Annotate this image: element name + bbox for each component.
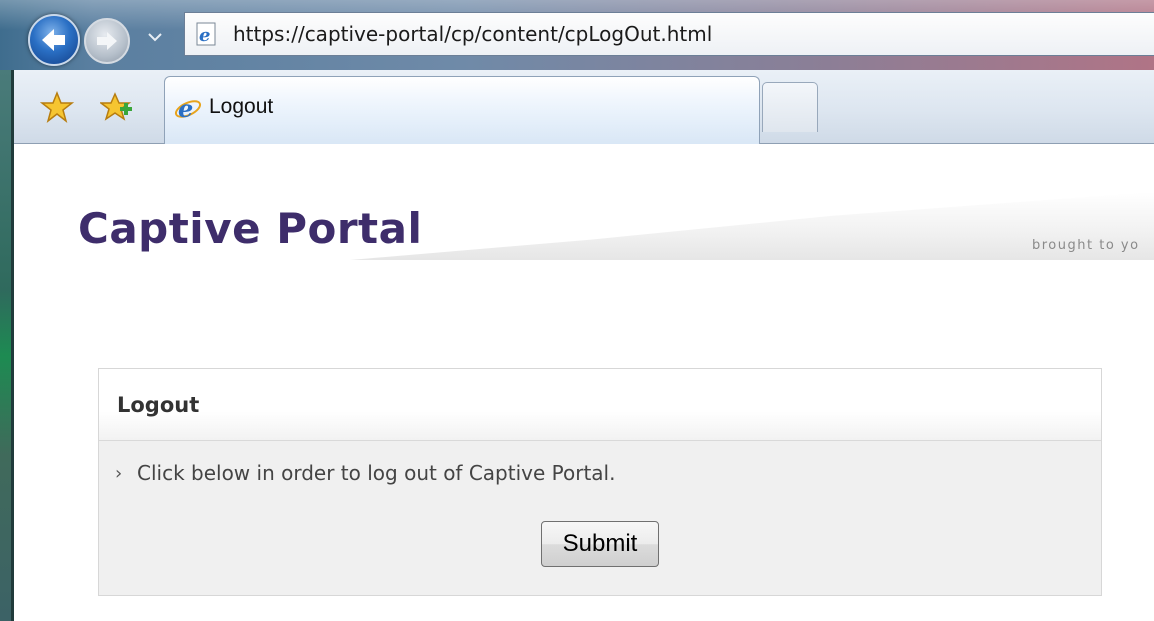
svg-text:e: e: [199, 25, 210, 46]
new-tab-button[interactable]: [762, 82, 818, 132]
favorites-star-icon[interactable]: [40, 90, 74, 124]
back-button[interactable]: [28, 14, 80, 66]
tagline: brought to yo: [1032, 238, 1140, 253]
chevron-down-icon[interactable]: [146, 28, 164, 46]
tab-label: Logout: [209, 95, 274, 118]
logout-panel: Logout › Click below in order to log out…: [98, 368, 1102, 596]
logout-instructions: Click below in order to log out of Capti…: [137, 461, 616, 485]
svg-text:e: e: [178, 94, 193, 123]
address-bar[interactable]: e https://captive-portal/cp/content/cpLo…: [184, 12, 1154, 56]
chevron-right-icon: ›: [115, 463, 123, 484]
page-title: Captive Portal: [78, 204, 423, 253]
submit-button[interactable]: Submit: [541, 521, 659, 567]
ie-logo-icon: e: [174, 94, 202, 123]
panel-header: Logout: [99, 369, 1101, 441]
ie-page-icon: e: [196, 22, 216, 46]
tab-logout[interactable]: e Logout: [164, 76, 760, 144]
forward-arrow-icon: [97, 32, 117, 50]
add-favorites-icon[interactable]: [100, 90, 134, 124]
address-url[interactable]: https://captive-portal/cp/content/cpLogO…: [233, 22, 712, 46]
panel-title: Logout: [117, 393, 200, 417]
window-frame-left: [0, 70, 14, 621]
back-arrow-icon: [42, 29, 65, 51]
forward-button[interactable]: [84, 18, 130, 64]
